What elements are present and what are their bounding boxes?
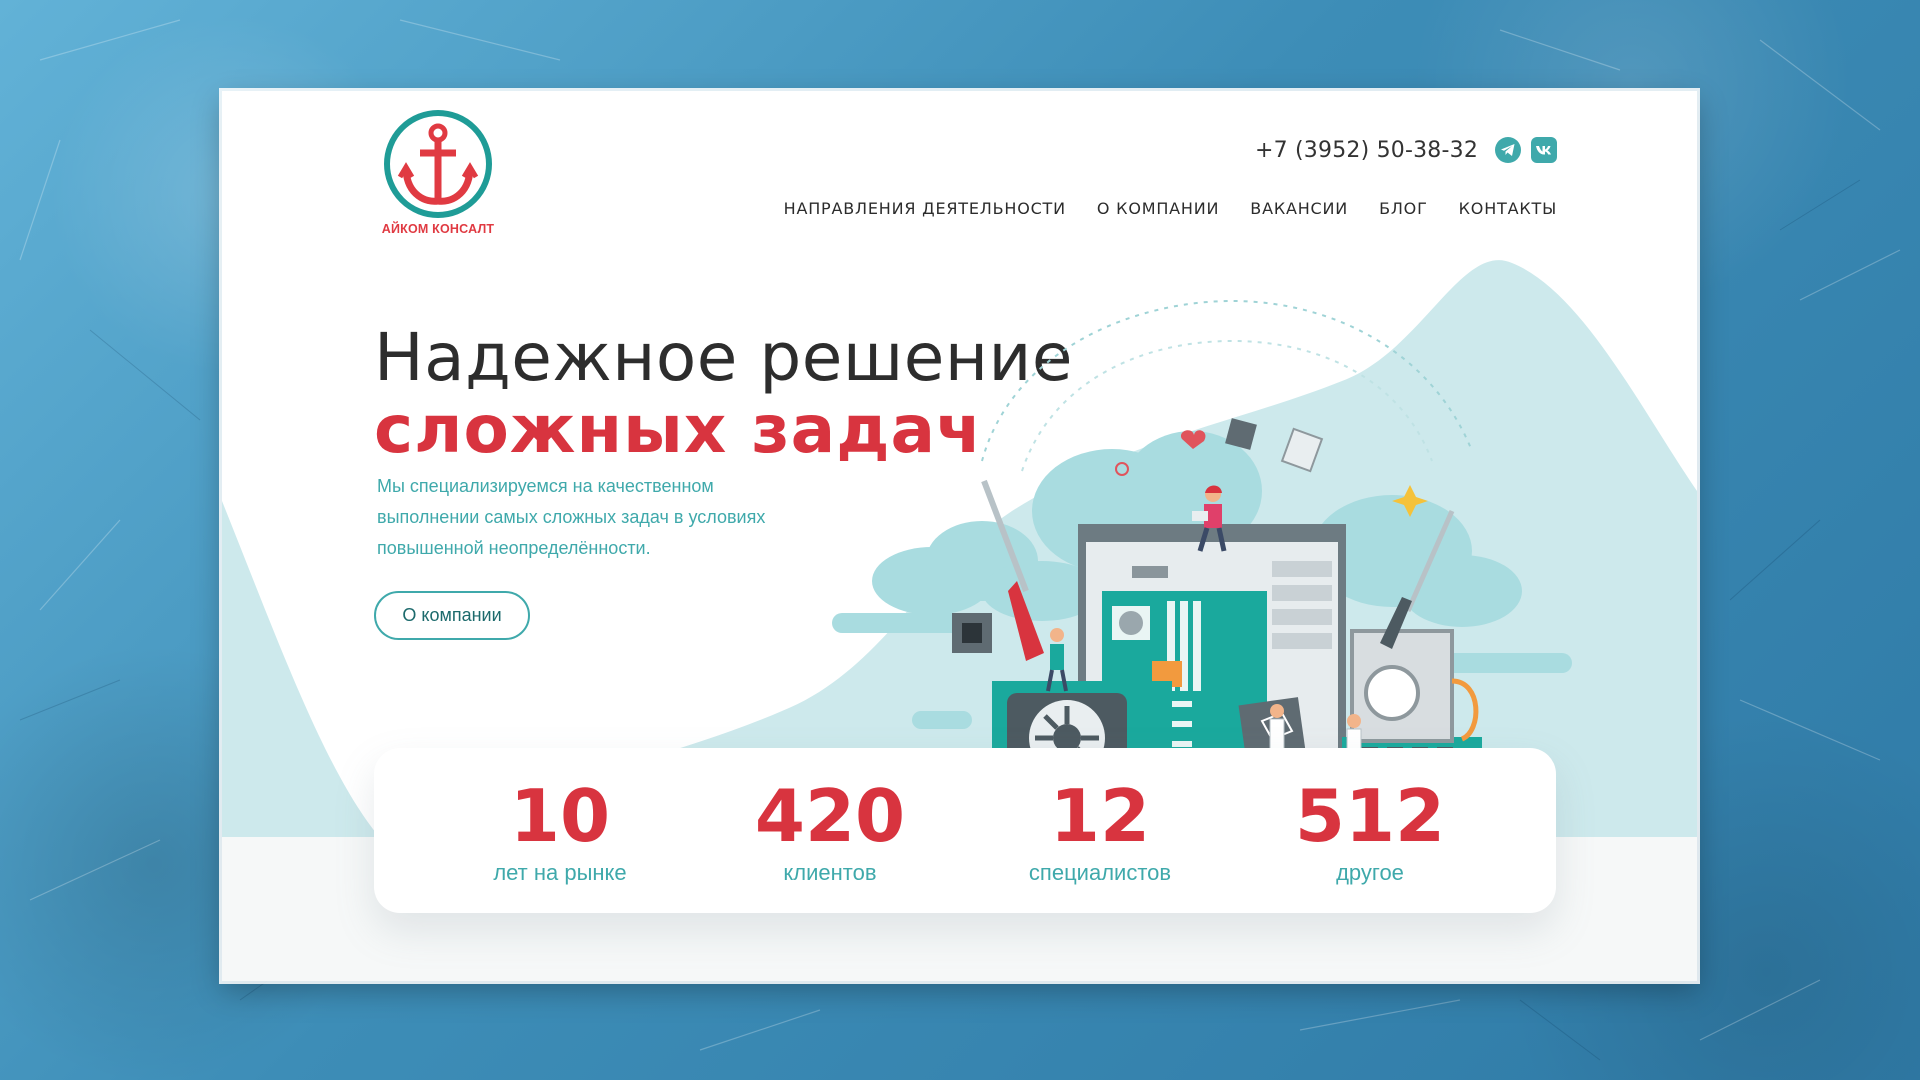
about-company-button[interactable]: О компании bbox=[374, 591, 530, 640]
nav-item-about[interactable]: О КОМПАНИИ bbox=[1097, 199, 1219, 218]
hardware-illustration bbox=[832, 299, 1572, 813]
nav-item-contacts[interactable]: КОНТАКТЫ bbox=[1459, 199, 1557, 218]
nav-item-vacancies[interactable]: ВАКАНСИИ bbox=[1250, 199, 1348, 218]
stat-years: 10 лет на рынке bbox=[425, 748, 695, 913]
nav-item-blog[interactable]: БЛОГ bbox=[1379, 199, 1428, 218]
stat-label: лет на рынке bbox=[493, 860, 627, 885]
stat-label: клиентов bbox=[783, 860, 877, 885]
stat-clients: 420 клиентов bbox=[695, 748, 965, 913]
stat-label: специалистов bbox=[1028, 860, 1172, 885]
hero-description: Мы специализируемся на качественном выпо… bbox=[377, 476, 766, 558]
phone-number[interactable]: +7 (3952) 50-38-32 bbox=[1255, 138, 1478, 163]
telegram-icon[interactable] bbox=[1495, 137, 1521, 163]
nav-item-directions[interactable]: НАПРАВЛЕНИЯ ДЕЯТЕЛЬНОСТИ bbox=[784, 199, 1066, 218]
vk-icon[interactable] bbox=[1531, 137, 1557, 163]
stat-value: 512 bbox=[1294, 774, 1446, 858]
stat-value: 10 bbox=[509, 774, 611, 858]
stat-value: 420 bbox=[754, 774, 906, 858]
stat-value: 12 bbox=[1049, 774, 1151, 858]
logo[interactable]: АЙКОМ КОНСАЛТ bbox=[378, 109, 498, 239]
stat-other: 512 другое bbox=[1235, 748, 1505, 913]
logo-text: АЙКОМ КОНСАЛТ bbox=[381, 222, 495, 236]
anchor-logo-icon bbox=[384, 110, 492, 218]
website-frame: АЙКОМ КОНСАЛТ +7 (3952) 50-38-32 НАПРАВЛ… bbox=[222, 91, 1697, 981]
stats-panel: 10 лет на рынке 420 клиентов 12 специали… bbox=[374, 748, 1556, 913]
main-navigation: НАПРАВЛЕНИЯ ДЕЯТЕЛЬНОСТИ О КОМПАНИИ ВАКА… bbox=[784, 199, 1557, 218]
stat-specialists: 12 специалистов bbox=[965, 748, 1235, 913]
stat-label: другое bbox=[1336, 860, 1404, 885]
